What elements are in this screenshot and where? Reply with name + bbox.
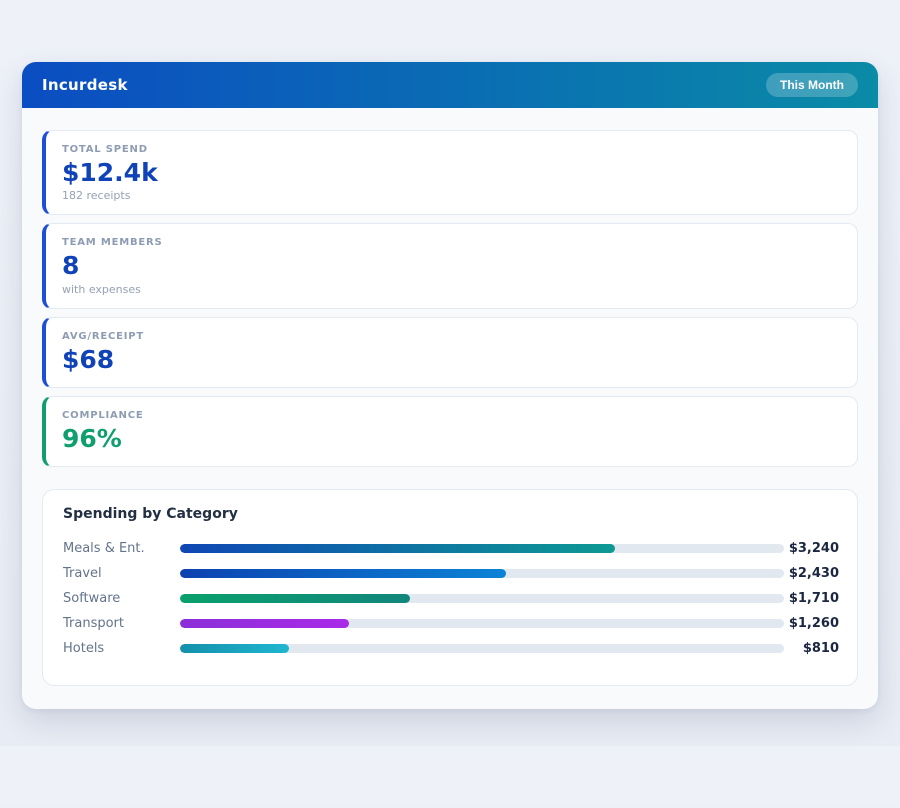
period-badge[interactable]: This Month [766, 73, 858, 97]
stats-list: TOTAL SPEND $12.4k182 receipts TEAM MEMBER… [42, 130, 858, 467]
app-title: Incurdesk [42, 76, 128, 94]
stat-label: COMPLIANCE [62, 410, 841, 421]
category-label: Travel [61, 566, 180, 581]
stat-subtext: with expenses [62, 283, 841, 296]
bar-track [180, 619, 784, 628]
stat-card-total-spend: TOTAL SPEND $12.4k182 receipts [42, 130, 858, 215]
stat-card-avg-receipt: AVG/RECEIPT $68 [42, 317, 858, 388]
bar-track [180, 594, 784, 603]
chart-rows: Meals & Ent. $3,240 Travel $2,430 Software $1… [61, 536, 839, 661]
chart-row-travel: Travel $2,430 [61, 561, 839, 586]
bar-track [180, 644, 784, 653]
category-value: $3,240 [784, 541, 839, 556]
spending-chart-card: Spending by Category Meals & Ent. $3,240 T… [42, 489, 858, 686]
category-value: $2,430 [784, 566, 839, 581]
stat-subtext: 182 receipts [62, 189, 841, 202]
bar-fill [180, 569, 506, 578]
category-value: $1,710 [784, 591, 839, 606]
bar-fill [180, 594, 410, 603]
category-label: Meals & Ent. [61, 541, 180, 556]
bar-fill [180, 619, 349, 628]
dashboard-panel: Incurdesk This Month TOTAL SPEND $12.4k18… [22, 62, 878, 709]
stat-value: 8 [62, 250, 841, 281]
category-value: $810 [784, 641, 839, 656]
stat-label: AVG/RECEIPT [62, 331, 841, 342]
bar-track [180, 544, 784, 553]
chart-title: Spending by Category [63, 506, 839, 522]
stat-card-compliance: COMPLIANCE 96% [42, 396, 858, 467]
stat-value: $68 [62, 344, 841, 375]
chart-row-software: Software $1,710 [61, 586, 839, 611]
category-label: Hotels [61, 641, 180, 656]
stat-value: 96% [62, 423, 841, 454]
chart-row-transport: Transport $1,260 [61, 611, 839, 636]
stat-card-team-members: TEAM MEMBERS 8 with expenses [42, 223, 858, 308]
chart-row-hotels: Hotels $810 [61, 636, 839, 661]
category-label: Transport [61, 616, 180, 631]
bar-track [180, 569, 784, 578]
bar-fill [180, 544, 615, 553]
app-header: Incurdesk This Month [22, 62, 878, 108]
stat-label: TEAM MEMBERS [62, 237, 841, 248]
stat-value: $12.4k [62, 157, 841, 188]
category-value: $1,260 [784, 616, 839, 631]
chart-row-meals-ent-: Meals & Ent. $3,240 [61, 536, 839, 561]
bar-fill [180, 644, 289, 653]
dashboard-body: TOTAL SPEND $12.4k182 receipts TEAM MEMBER… [22, 108, 878, 709]
stat-label: TOTAL SPEND [62, 144, 841, 155]
category-label: Software [61, 591, 180, 606]
